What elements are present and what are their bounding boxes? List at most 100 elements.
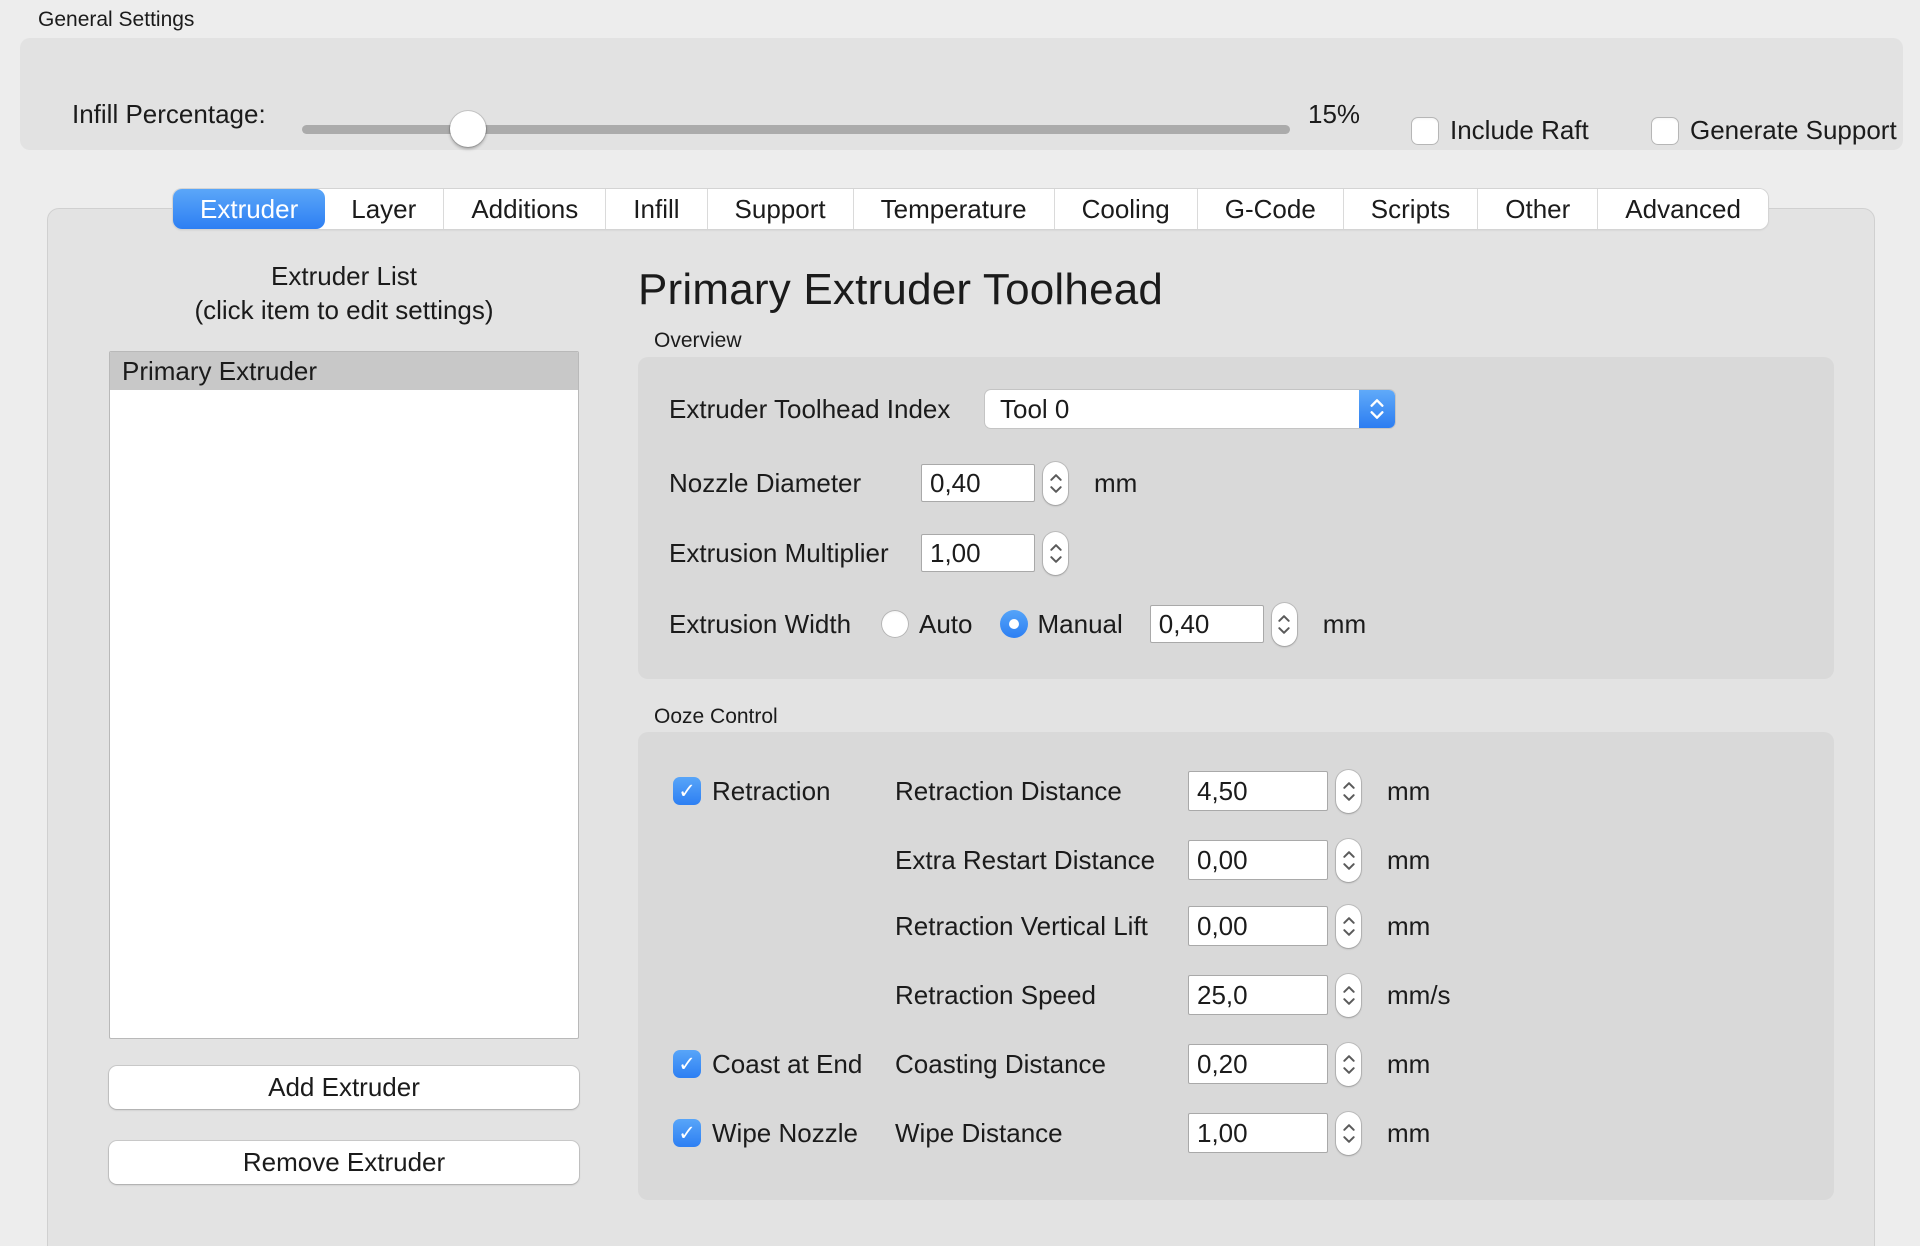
tab-scripts[interactable]: Scripts: [1344, 189, 1478, 229]
extrusion-width-unit: mm: [1323, 609, 1366, 640]
extra-restart-distance-input[interactable]: [1188, 840, 1328, 880]
checkbox-box: ✓: [673, 1119, 701, 1147]
general-settings-section-label: General Settings: [38, 8, 194, 32]
checkbox-label: Coast at End: [712, 1049, 862, 1080]
tab-support[interactable]: Support: [708, 189, 854, 229]
overview-section-label: Overview: [654, 329, 742, 353]
tab-infill[interactable]: Infill: [606, 189, 707, 229]
wipe-nozzle-checkbox[interactable]: ✓ Wipe Nozzle: [673, 1118, 895, 1149]
wipe-distance-stepper[interactable]: [1336, 1112, 1361, 1155]
retraction-speed-stepper[interactable]: [1336, 974, 1361, 1017]
tab-advanced[interactable]: Advanced: [1598, 189, 1768, 229]
retraction-distance-stepper[interactable]: [1336, 770, 1361, 813]
radio-circle: [1000, 610, 1028, 638]
extrusion-multiplier-label: Extrusion Multiplier: [669, 538, 921, 569]
extrusion-width-auto-radio[interactable]: Auto: [881, 609, 973, 640]
settings-tab-bar: Extruder Layer Additions Infill Support …: [173, 189, 1768, 229]
extra-restart-distance-unit: mm: [1387, 845, 1430, 876]
checkbox-label: Wipe Nozzle: [712, 1118, 858, 1149]
tab-extruder[interactable]: Extruder: [173, 189, 325, 229]
checkbox-box: [1651, 117, 1679, 145]
retraction-vertical-lift-unit: mm: [1387, 911, 1430, 942]
nozzle-diameter-stepper[interactable]: [1043, 462, 1068, 505]
nozzle-diameter-input[interactable]: [921, 464, 1035, 502]
dropdown-selected-value: Tool 0: [985, 394, 1069, 425]
retraction-checkbox[interactable]: ✓ Retraction: [673, 776, 895, 807]
settings-window: General Settings Infill Percentage: 15% …: [0, 0, 1920, 1246]
check-icon: ✓: [678, 781, 696, 802]
radio-label: Manual: [1038, 609, 1123, 640]
extra-restart-distance-row: Extra Restart Distance mm: [673, 838, 1430, 882]
retraction-speed-input[interactable]: [1188, 975, 1328, 1015]
retraction-distance-label: Retraction Distance: [895, 776, 1188, 807]
overview-groupbox: Extruder Toolhead Index Tool 0 Nozzle Di…: [638, 357, 1834, 679]
tab-layer[interactable]: Layer: [324, 189, 444, 229]
tab-gcode[interactable]: G-Code: [1198, 189, 1344, 229]
extrusion-width-row: Extrusion Width Auto Manual mm: [669, 602, 1366, 646]
general-settings-box: Infill Percentage: 15% Include Raft Gene…: [20, 38, 1903, 150]
toolhead-index-dropdown[interactable]: Tool 0: [985, 390, 1395, 428]
wipe-distance-input[interactable]: [1188, 1113, 1328, 1153]
retraction-vertical-lift-row: Retraction Vertical Lift mm: [673, 904, 1430, 948]
toolhead-index-label: Extruder Toolhead Index: [669, 394, 985, 425]
tab-temperature[interactable]: Temperature: [854, 189, 1055, 229]
retraction-distance-unit: mm: [1387, 776, 1430, 807]
extruder-listbox: Primary Extruder: [109, 351, 579, 1039]
retraction-vertical-lift-stepper[interactable]: [1336, 905, 1361, 948]
infill-percentage-slider[interactable]: [302, 125, 1290, 134]
add-extruder-button[interactable]: Add Extruder: [109, 1066, 579, 1109]
check-icon: ✓: [678, 1054, 696, 1075]
extrusion-width-label: Extrusion Width: [669, 609, 881, 640]
extrusion-multiplier-stepper[interactable]: [1043, 532, 1068, 575]
wipe-distance-label: Wipe Distance: [895, 1118, 1188, 1149]
infill-percentage-value: 15%: [1308, 99, 1360, 130]
extrusion-multiplier-input[interactable]: [921, 534, 1035, 572]
checkbox-label: Retraction: [712, 776, 831, 807]
include-raft-checkbox[interactable]: Include Raft: [1411, 115, 1589, 146]
generate-support-checkbox[interactable]: Generate Support: [1651, 115, 1897, 146]
list-item-primary-extruder[interactable]: Primary Extruder: [110, 352, 578, 390]
extra-restart-distance-stepper[interactable]: [1336, 839, 1361, 882]
slider-handle[interactable]: [450, 111, 486, 147]
extrusion-width-stepper[interactable]: [1272, 603, 1297, 646]
retraction-speed-label: Retraction Speed: [895, 980, 1188, 1011]
extrusion-multiplier-row: Extrusion Multiplier: [669, 531, 1068, 575]
ooze-control-groupbox: ✓ Retraction Retraction Distance mm Extr…: [638, 732, 1834, 1200]
tab-additions[interactable]: Additions: [444, 189, 606, 229]
checkbox-box: ✓: [673, 1050, 701, 1078]
retraction-distance-input[interactable]: [1188, 771, 1328, 811]
tab-cooling[interactable]: Cooling: [1055, 189, 1198, 229]
radio-circle: [881, 610, 909, 638]
retraction-speed-row: Retraction Speed mm/s: [673, 973, 1451, 1017]
coasting-distance-stepper[interactable]: [1336, 1043, 1361, 1086]
extruder-list-title: Extruder List: [109, 261, 579, 292]
coasting-distance-input[interactable]: [1188, 1044, 1328, 1084]
coasting-distance-unit: mm: [1387, 1049, 1430, 1080]
nozzle-diameter-row: Nozzle Diameter mm: [669, 461, 1137, 505]
coast-at-end-checkbox[interactable]: ✓ Coast at End: [673, 1049, 895, 1080]
dropdown-arrows-icon: [1359, 390, 1395, 428]
radio-label: Auto: [919, 609, 973, 640]
tab-other[interactable]: Other: [1478, 189, 1598, 229]
extruder-settings-panel: Extruder List (click item to edit settin…: [47, 208, 1875, 1246]
extrusion-width-input[interactable]: [1150, 605, 1264, 643]
checkbox-box: ✓: [673, 777, 701, 805]
retraction-row: ✓ Retraction Retraction Distance mm: [673, 769, 1430, 813]
checkbox-label: Include Raft: [1450, 115, 1589, 146]
wipe-distance-unit: mm: [1387, 1118, 1430, 1149]
page-title: Primary Extruder Toolhead: [638, 265, 1163, 315]
nozzle-diameter-label: Nozzle Diameter: [669, 468, 921, 499]
check-icon: ✓: [678, 1123, 696, 1144]
wipe-nozzle-row: ✓ Wipe Nozzle Wipe Distance mm: [673, 1111, 1430, 1155]
checkbox-label: Generate Support: [1690, 115, 1897, 146]
extruder-list-subtitle: (click item to edit settings): [109, 295, 579, 326]
retraction-vertical-lift-input[interactable]: [1188, 906, 1328, 946]
extra-restart-distance-label: Extra Restart Distance: [895, 845, 1188, 876]
extrusion-width-manual-radio[interactable]: Manual: [1000, 609, 1123, 640]
remove-extruder-button[interactable]: Remove Extruder: [109, 1141, 579, 1184]
coasting-distance-label: Coasting Distance: [895, 1049, 1188, 1080]
infill-percentage-label: Infill Percentage:: [72, 99, 266, 130]
nozzle-diameter-unit: mm: [1094, 468, 1137, 499]
checkbox-box: [1411, 117, 1439, 145]
retraction-speed-unit: mm/s: [1387, 980, 1451, 1011]
